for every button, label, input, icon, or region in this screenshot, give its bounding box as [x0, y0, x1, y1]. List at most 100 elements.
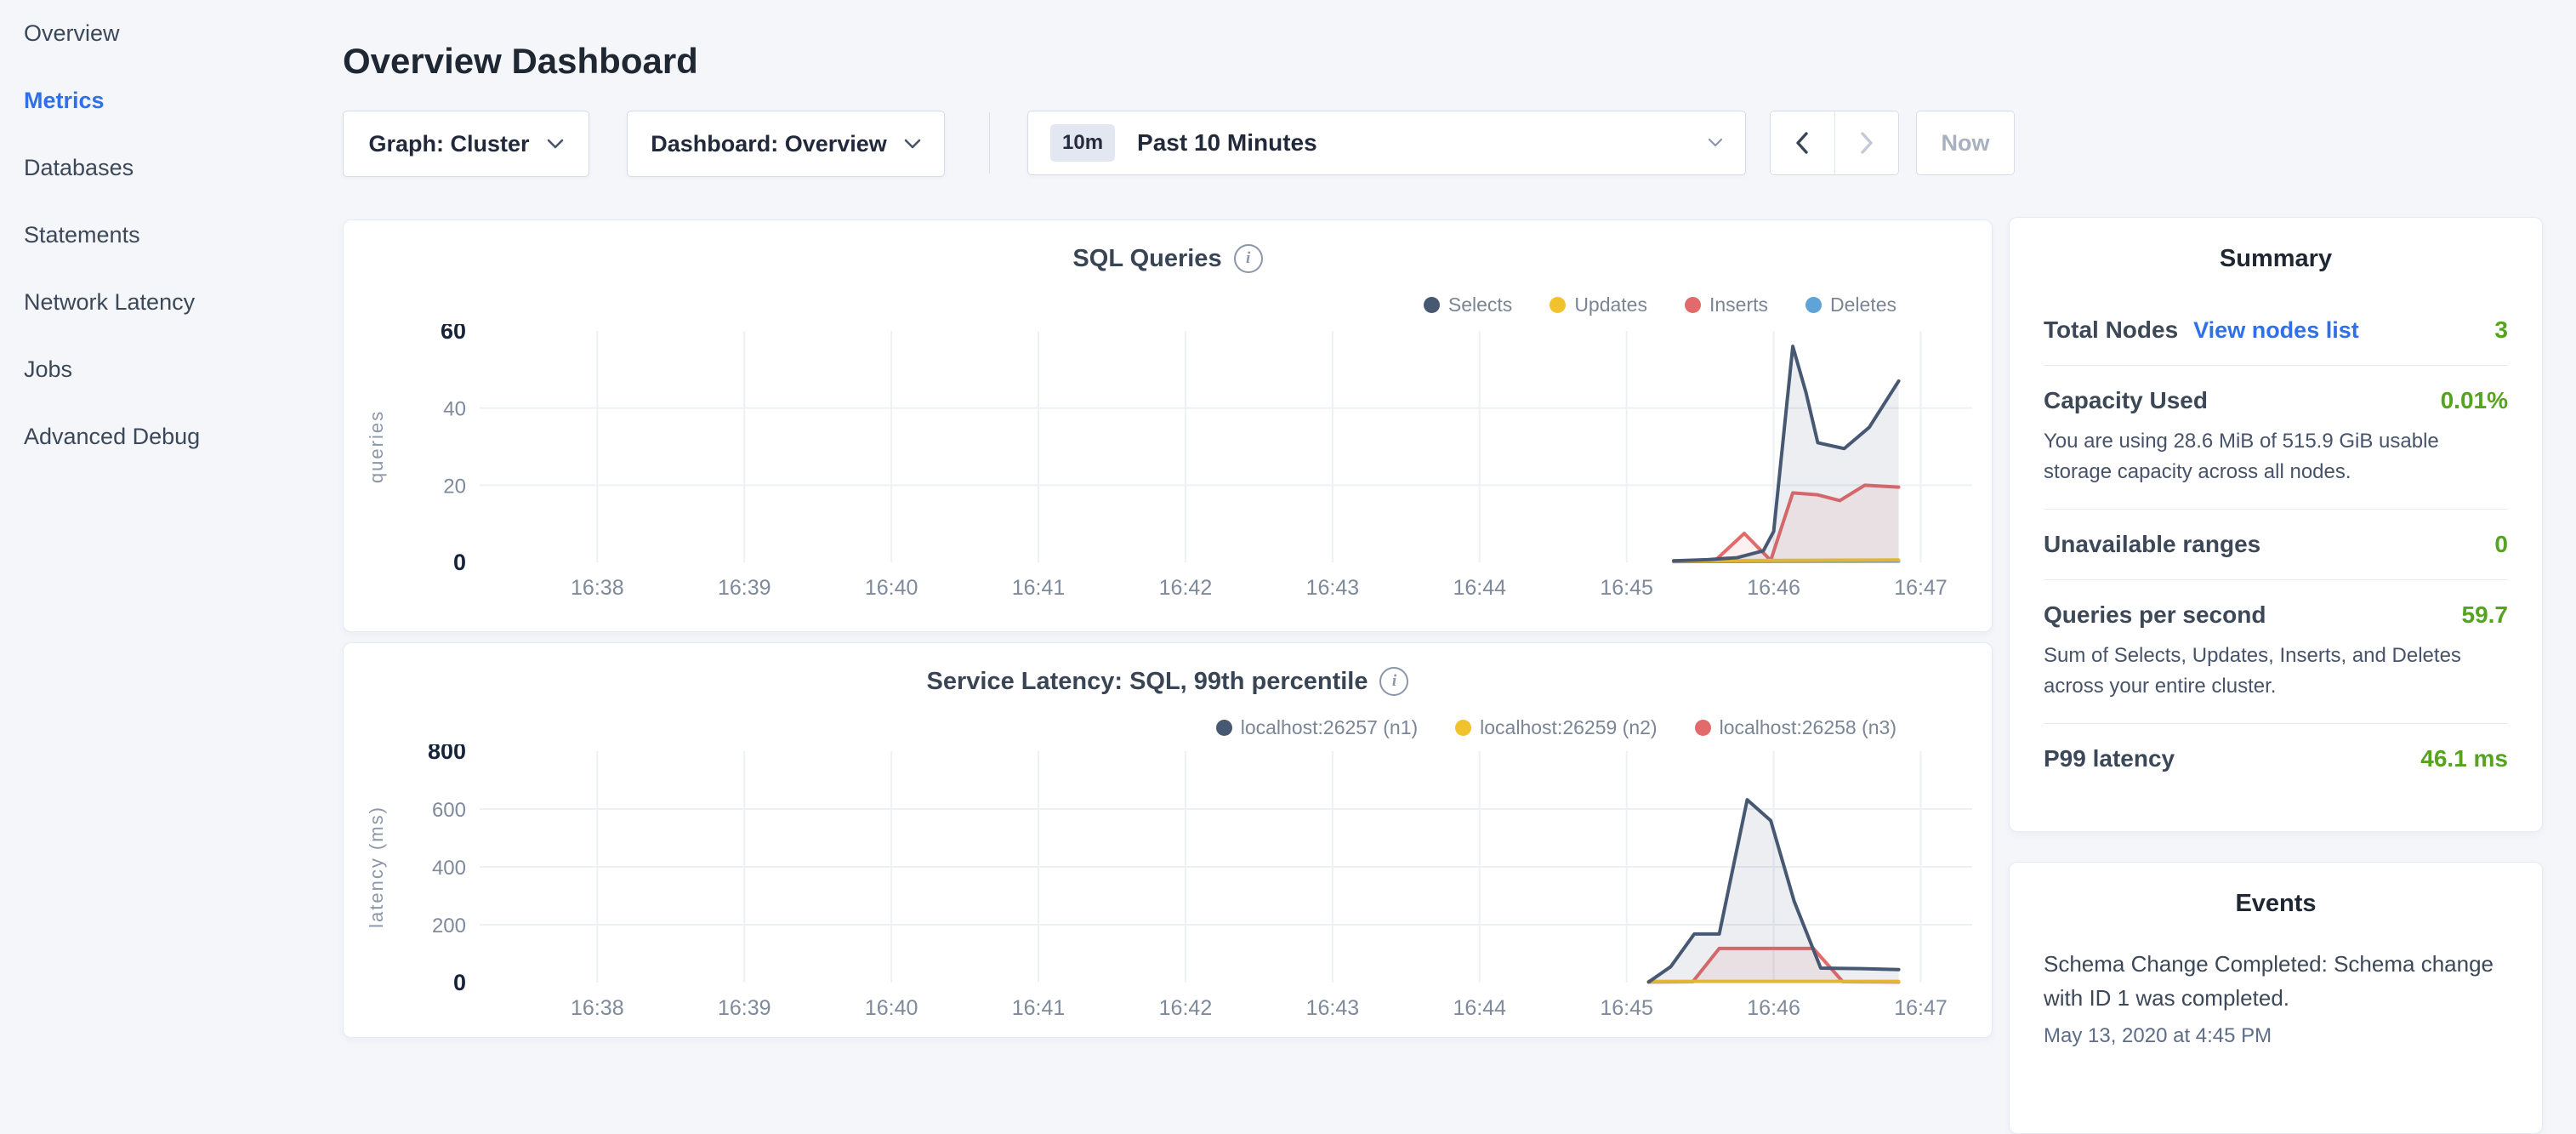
summary-row-head: Total Nodes View nodes list 3	[2044, 316, 2508, 344]
summary-row: Unavailable ranges 0	[2044, 510, 2508, 579]
summary-row: Queries per second59.7Sum of Selects, Up…	[2044, 580, 2508, 723]
summary-row-label: Total Nodes	[2044, 316, 2178, 344]
legend-label: Updates	[1574, 293, 1647, 316]
chevron-down-icon	[1708, 138, 1723, 148]
svg-text:16:47: 16:47	[1894, 576, 1948, 600]
svg-text:16:42: 16:42	[1159, 576, 1213, 600]
summary-row-subtext: Sum of Selects, Updates, Inserts, and De…	[2044, 641, 2508, 702]
svg-text:40: 40	[443, 398, 466, 421]
summary-row-value: 46.1 ms	[2420, 745, 2508, 772]
y-axis-label: queries	[366, 410, 387, 483]
legend-item[interactable]: localhost:26258 (n3)	[1695, 716, 1896, 739]
svg-text:600: 600	[432, 799, 466, 822]
svg-text:16:47: 16:47	[1894, 996, 1948, 1020]
chevron-down-icon	[904, 139, 921, 150]
chart-plot[interactable]: 16:3816:3916:4016:4116:4216:4316:4416:45…	[352, 324, 1985, 605]
summary-row-value: 0.01%	[2441, 387, 2508, 414]
svg-text:16:44: 16:44	[1453, 996, 1506, 1020]
graph-scope-dropdown[interactable]: Graph: Cluster	[343, 111, 589, 177]
event-text: Schema Change Completed: Schema change w…	[2044, 947, 2508, 1016]
legend-dot	[1685, 297, 1701, 313]
graph-scope-dropdown-label: Graph: Cluster	[368, 131, 529, 157]
svg-text:16:45: 16:45	[1600, 576, 1653, 600]
dashboard-dropdown-label: Dashboard: Overview	[651, 131, 887, 157]
chart-title: SQL Queries	[1072, 245, 1221, 273]
summary-row-subtext: You are using 28.6 MiB of 515.9 GiB usab…	[2044, 426, 2508, 487]
legend-item[interactable]: Inserts	[1685, 293, 1768, 316]
svg-text:0: 0	[453, 550, 466, 575]
time-window-badge: 10m	[1050, 124, 1115, 162]
svg-text:16:40: 16:40	[865, 576, 918, 600]
event-item[interactable]: Schema Change Completed: Schema change w…	[2044, 947, 2508, 1048]
chart-plot[interactable]: 16:3816:3916:4016:4116:4216:4316:4416:45…	[352, 744, 1985, 1025]
events-panel-title: Events	[2044, 890, 2508, 918]
legend-dot	[1805, 297, 1822, 313]
legend-label: Selects	[1448, 293, 1512, 316]
legend-item[interactable]: Selects	[1424, 293, 1512, 316]
summary-row-value: 3	[2494, 316, 2508, 344]
events-list: Schema Change Completed: Schema change w…	[2044, 947, 2508, 1048]
sql-queries-chart-card: SQL Queries i Selects Updates Inserts Delet…	[343, 219, 1993, 632]
legend-item[interactable]: localhost:26259 (n2)	[1455, 716, 1657, 739]
toolbar-divider	[989, 112, 990, 174]
sidebar-item-network-latency[interactable]: Network Latency	[0, 269, 340, 336]
svg-text:16:46: 16:46	[1747, 996, 1800, 1020]
dashboard-dropdown[interactable]: Dashboard: Overview	[627, 111, 945, 177]
svg-text:16:41: 16:41	[1012, 996, 1066, 1020]
svg-text:16:38: 16:38	[571, 576, 624, 600]
legend-dot	[1455, 720, 1471, 736]
chevron-down-icon	[547, 139, 564, 150]
now-button[interactable]: Now	[1916, 111, 2015, 175]
summary-row: P99 latency 46.1 ms	[2044, 724, 2508, 794]
chart-legend: Selects Updates Inserts Deletes	[1424, 293, 1896, 316]
chevron-left-icon	[1795, 132, 1809, 154]
info-icon[interactable]: i	[1234, 244, 1263, 273]
legend-item[interactable]: Updates	[1550, 293, 1647, 316]
summary-row-label: Unavailable ranges	[2044, 531, 2260, 558]
summary-row: Capacity Used 0.01% You are using 28.6 MiB…	[2044, 366, 2508, 509]
sidebar-item-overview[interactable]: Overview	[0, 0, 340, 67]
time-window-label: Past 10 Minutes	[1137, 129, 1708, 157]
summary-panel: Summary Total NodesView nodes list3Capac…	[2009, 217, 2543, 832]
summary-row-head: Capacity Used 0.01%	[2044, 387, 2508, 414]
sidebar-item-metrics[interactable]: Metrics	[0, 67, 340, 134]
chart-svg[interactable]: 16:3816:3916:4016:4116:4216:4316:4416:45…	[352, 744, 1985, 1025]
chart-legend: localhost:26257 (n1) localhost:26259 (n2)…	[1216, 716, 1896, 739]
legend-dot	[1216, 720, 1232, 736]
svg-text:400: 400	[432, 857, 466, 880]
svg-text:16:46: 16:46	[1747, 576, 1800, 600]
chevron-right-icon	[1860, 132, 1874, 154]
sidebar-item-statements[interactable]: Statements	[0, 202, 340, 269]
legend-dot	[1550, 297, 1566, 313]
summary-row: Total Nodes View nodes list 3	[2044, 295, 2508, 365]
summary-rows: Total Nodes View nodes list 3 Capacity Used…	[2044, 295, 2508, 794]
time-step-back-button[interactable]	[1771, 111, 1834, 174]
summary-row-value: 0	[2494, 531, 2508, 558]
legend-label: Deletes	[1830, 293, 1896, 316]
events-panel: Events Schema Change Completed: Schema c…	[2009, 862, 2543, 1134]
sidebar-item-advanced-debug[interactable]: Advanced Debug	[0, 403, 340, 470]
svg-text:16:43: 16:43	[1306, 576, 1360, 600]
svg-text:16:39: 16:39	[718, 996, 771, 1020]
chart-svg[interactable]: 16:3816:3916:4016:4116:4216:4316:4416:45…	[352, 324, 1985, 605]
sidebar-item-jobs[interactable]: Jobs	[0, 336, 340, 403]
legend-item[interactable]: localhost:26257 (n1)	[1216, 716, 1418, 739]
summary-row-label: P99 latency	[2044, 745, 2175, 772]
now-button-label: Now	[1942, 130, 1990, 157]
svg-text:16:45: 16:45	[1600, 996, 1653, 1020]
time-step-forward-button[interactable]	[1834, 111, 1899, 174]
main-content: Overview Dashboard Graph: Cluster Dashbo…	[340, 0, 1994, 1051]
svg-text:20: 20	[443, 475, 466, 498]
sidebar-nav: OverviewMetricsDatabasesStatementsNetwor…	[0, 0, 340, 1051]
info-icon[interactable]: i	[1379, 667, 1408, 696]
summary-row-label: Capacity Used	[2044, 387, 2208, 414]
svg-text:60: 60	[441, 324, 466, 344]
svg-text:16:39: 16:39	[718, 576, 771, 600]
svg-text:0: 0	[453, 970, 466, 995]
time-range-dropdown[interactable]: 10m Past 10 Minutes	[1027, 111, 1746, 175]
time-step-buttons	[1770, 111, 1899, 175]
view-nodes-list-link[interactable]: View nodes list	[2193, 317, 2359, 344]
summary-row-label: Queries per second	[2044, 601, 2266, 629]
legend-item[interactable]: Deletes	[1805, 293, 1896, 316]
sidebar-item-databases[interactable]: Databases	[0, 134, 340, 202]
